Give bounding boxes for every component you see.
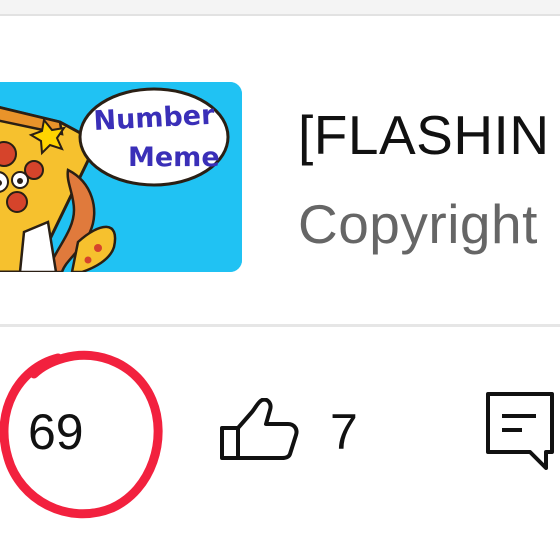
- thumbnail-text-meme: Meme: [128, 142, 220, 173]
- view-count: 69: [28, 404, 84, 460]
- section-divider: [0, 324, 560, 327]
- video-title[interactable]: [FLASHIN: [298, 104, 550, 166]
- thumbnail-art: Number Meme: [0, 82, 242, 272]
- comment-icon[interactable]: [484, 390, 560, 474]
- like-count: 7: [330, 404, 358, 460]
- video-thumbnail[interactable]: Number Meme: [0, 82, 242, 272]
- top-divider: [0, 0, 560, 16]
- video-subtitle: Copyright: [298, 193, 538, 255]
- thumbnail-text-number: Number: [93, 100, 216, 137]
- annotation-circle: [0, 350, 163, 519]
- thumbs-up-icon[interactable]: [218, 398, 302, 462]
